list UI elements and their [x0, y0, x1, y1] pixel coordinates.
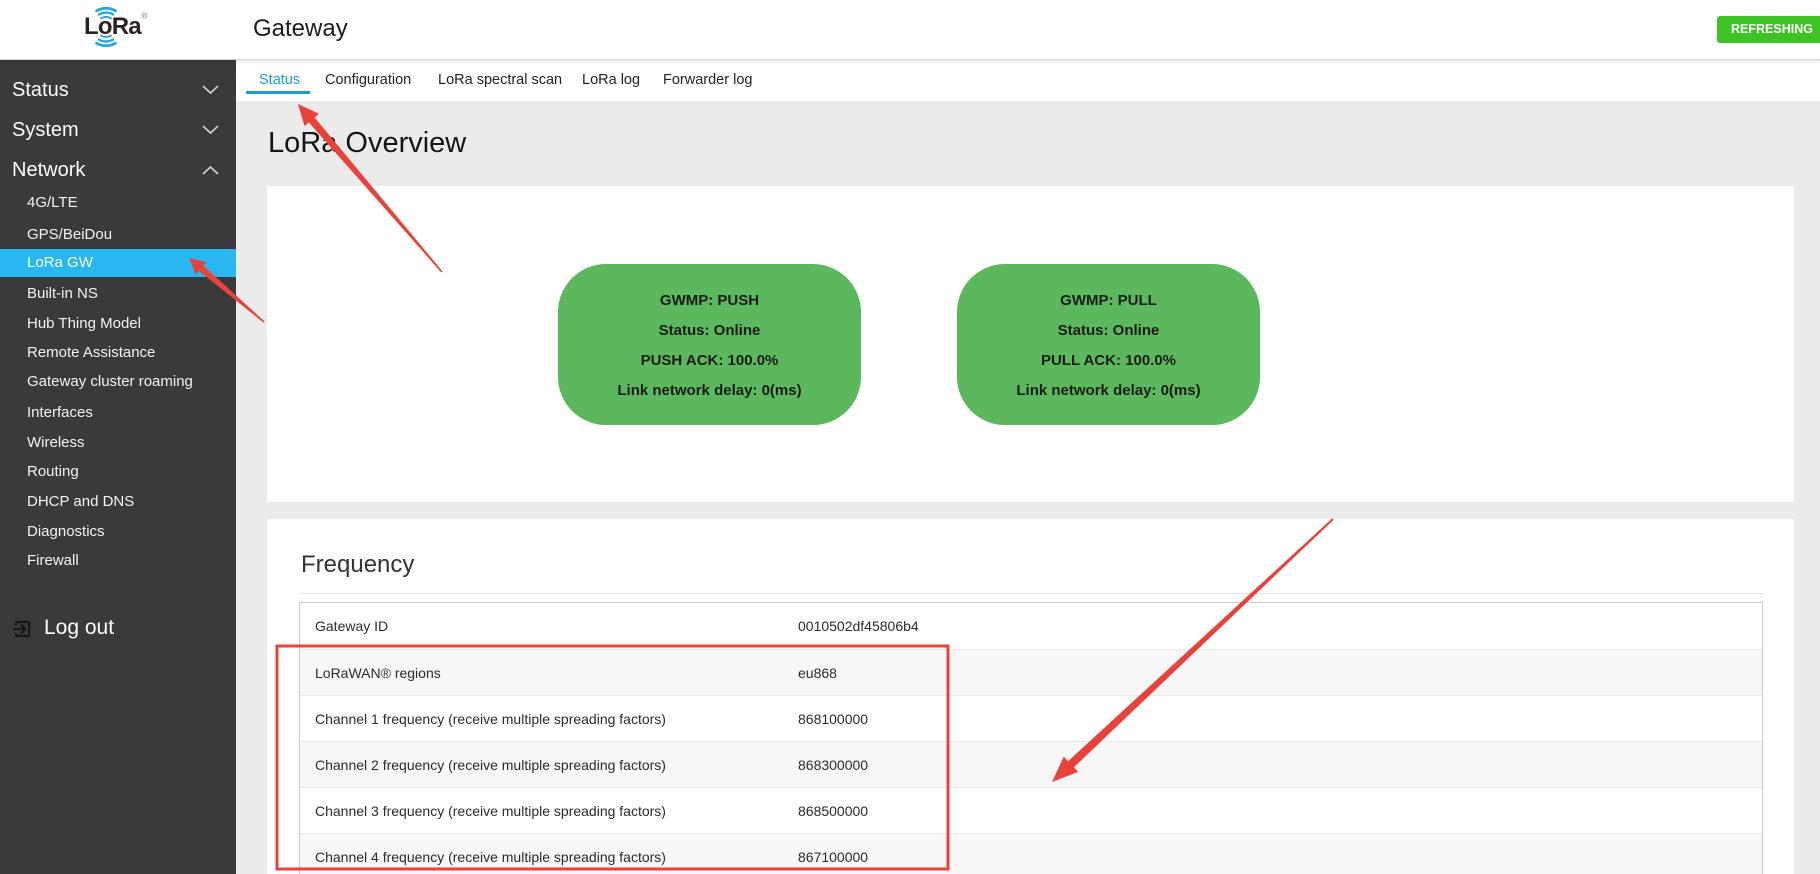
- svg-text:LoRa: LoRa: [84, 13, 142, 40]
